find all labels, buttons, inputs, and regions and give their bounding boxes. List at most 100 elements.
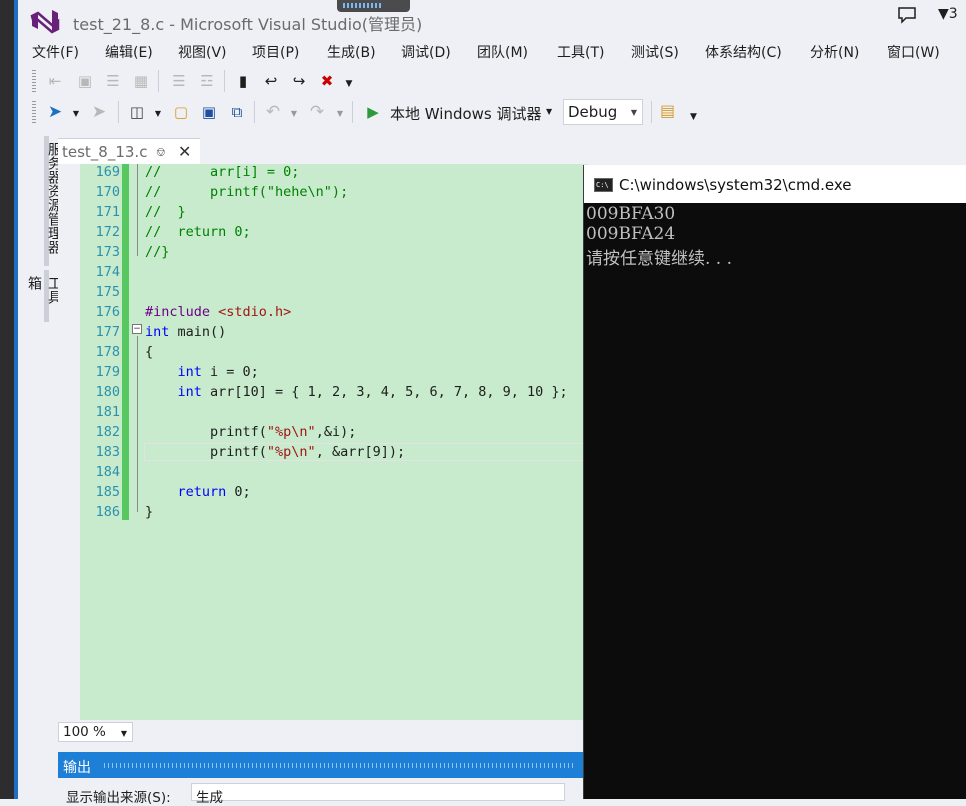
code-line[interactable]: // arr[i] = 0; [145,164,299,180]
next-bookmark-icon[interactable]: ↪ [288,70,310,92]
chevron-down-icon: ▼ [120,729,127,738]
code-editor[interactable]: − 169 // arr[i] = 0; 170 // printf("hehe\n"… [58,164,588,720]
previous-bookmark-icon[interactable]: ↩ [260,70,282,92]
parameter-info-icon[interactable]: ▦ [130,70,152,92]
console-output-line: 请按任意键继续. . . [586,249,733,269]
code-line[interactable]: printf("%p\n",&i); [145,424,356,440]
filter-icon[interactable]: ▼3 [938,6,958,22]
new-project-dropdown-icon[interactable]: ▼ [152,103,164,123]
notification-count: 3 [948,6,958,22]
code-line[interactable]: // } [145,204,186,220]
menu-team[interactable]: 团队(M) [477,42,528,62]
toolbar-grip[interactable] [32,101,36,123]
collapse-icon[interactable]: − [132,324,142,334]
line-number: 170 [95,184,120,200]
line-number: 183 [95,444,120,460]
uncomment-icon[interactable]: ☲ [196,70,218,92]
console-window[interactable]: C:\ C:\windows\system32\cmd.exe 009BFA30… [583,165,966,799]
line-number: 181 [95,404,120,420]
notification-icon[interactable] [897,6,917,24]
console-output-line: 009BFA30 [586,204,676,224]
code-line[interactable]: return 0; [145,484,251,500]
code-line[interactable]: #include <stdio.h> [145,304,291,320]
comment-icon[interactable]: ☰ [168,70,190,92]
menu-analyze[interactable]: 分析(N) [810,42,859,62]
menu-tools[interactable]: 工具(T) [557,42,604,62]
save-all-icon[interactable]: ⧉ [226,101,248,123]
code-line[interactable]: // printf("hehe\n"); [145,184,348,200]
menu-architecture[interactable]: 体系结构(C) [705,42,782,62]
console-output-line: 009BFA24 [586,224,676,244]
configuration-select[interactable]: Debug ▼ [563,99,643,125]
code-line[interactable]: { [145,344,153,360]
pin-icon[interactable]: ⎊ [156,145,166,160]
toolbar-overflow-icon[interactable]: ▼ [690,112,697,122]
change-tracking-bar [122,164,129,520]
line-number: 178 [95,344,120,360]
menu-test[interactable]: 测试(S) [631,42,679,62]
bookmark-icon[interactable]: ▮ [232,70,254,92]
redo-icon[interactable]: ↷ [306,101,328,123]
build-progress-indicator [337,0,410,12]
menu-edit[interactable]: 编辑(E) [105,42,153,62]
line-number: 186 [95,504,120,520]
window-title: test_21_8.c - Microsoft Visual Studio(管理… [73,15,423,34]
chevron-down-icon: ▼ [630,108,637,117]
menu-window[interactable]: 窗口(W) [887,42,940,62]
output-panel-header[interactable]: 输出 [58,752,588,778]
redo-dropdown-icon[interactable]: ▼ [334,103,346,123]
editor-status-strip [58,720,588,744]
list-members-icon[interactable]: ☰ [102,70,124,92]
quick-info-icon[interactable]: ▣ [74,70,96,92]
console-title: C:\windows\system32\cmd.exe [619,176,852,194]
line-number: 173 [95,244,120,260]
menu-debug[interactable]: 调试(D) [401,42,451,62]
clear-bookmarks-icon[interactable]: ✖ [316,70,338,92]
code-line[interactable]: // return 0; [145,224,251,240]
back-dropdown-icon[interactable]: ▼ [70,103,82,123]
cmd-icon: C:\ [594,178,613,192]
line-number: 169 [95,164,120,180]
menu-project[interactable]: 项目(P) [252,42,299,62]
editor-margin [58,164,80,720]
zoom-value: 100 % [63,724,106,740]
toolbar-separator [224,70,225,92]
code-line[interactable]: printf("%p\n", &arr[9]); [145,444,405,460]
debugger-dropdown-icon[interactable]: ▼ [546,107,552,116]
tab-label: test_8_13.c [62,143,148,161]
line-number: 174 [95,264,120,280]
back-icon[interactable]: ➤ [44,101,66,123]
toolbar-grip[interactable] [32,70,36,92]
forward-icon[interactable]: ➤ [88,101,110,123]
save-icon[interactable]: ▣ [198,101,220,123]
menu-build[interactable]: 生成(B) [327,42,376,62]
find-icon[interactable]: ▤ [660,101,675,120]
line-number: 171 [95,204,120,220]
start-icon[interactable]: ▶ [362,101,384,123]
outline-line [137,164,138,256]
close-icon[interactable]: ✕ [178,142,191,161]
tab-test-8-13[interactable]: test_8_13.c ⎊ ✕ [58,138,200,164]
console-title-bar[interactable]: C:\ C:\windows\system32\cmd.exe [584,165,966,203]
line-number: 182 [95,424,120,440]
line-number: 177 [95,324,120,340]
configuration-value: Debug [568,103,618,121]
zoom-select[interactable]: 100 % ▼ [58,722,133,742]
new-project-icon[interactable]: ◫ [126,101,148,123]
line-number: 172 [95,224,120,240]
menu-file[interactable]: 文件(F) [32,42,79,62]
undo-dropdown-icon[interactable]: ▼ [288,103,300,123]
open-file-icon[interactable]: ▢ [170,101,192,123]
vs-logo-icon [30,10,60,34]
code-line[interactable]: int i = 0; [145,364,259,380]
undo-icon[interactable]: ↶ [262,101,284,123]
indent-left-icon[interactable]: ⇤ [44,70,66,92]
code-line[interactable]: //} [145,244,169,260]
menu-view[interactable]: 视图(V) [178,42,227,62]
output-source-select[interactable]: 生成 [191,783,565,806]
code-line[interactable]: } [145,504,153,520]
start-debugger-button[interactable]: 本地 Windows 调试器 [390,103,542,124]
toolbar-overflow-icon[interactable]: ▼ [342,76,356,92]
code-line[interactable]: int arr[10] = { 1, 2, 3, 4, 5, 6, 7, 8, … [145,384,568,400]
code-line[interactable]: int main() [145,324,226,340]
